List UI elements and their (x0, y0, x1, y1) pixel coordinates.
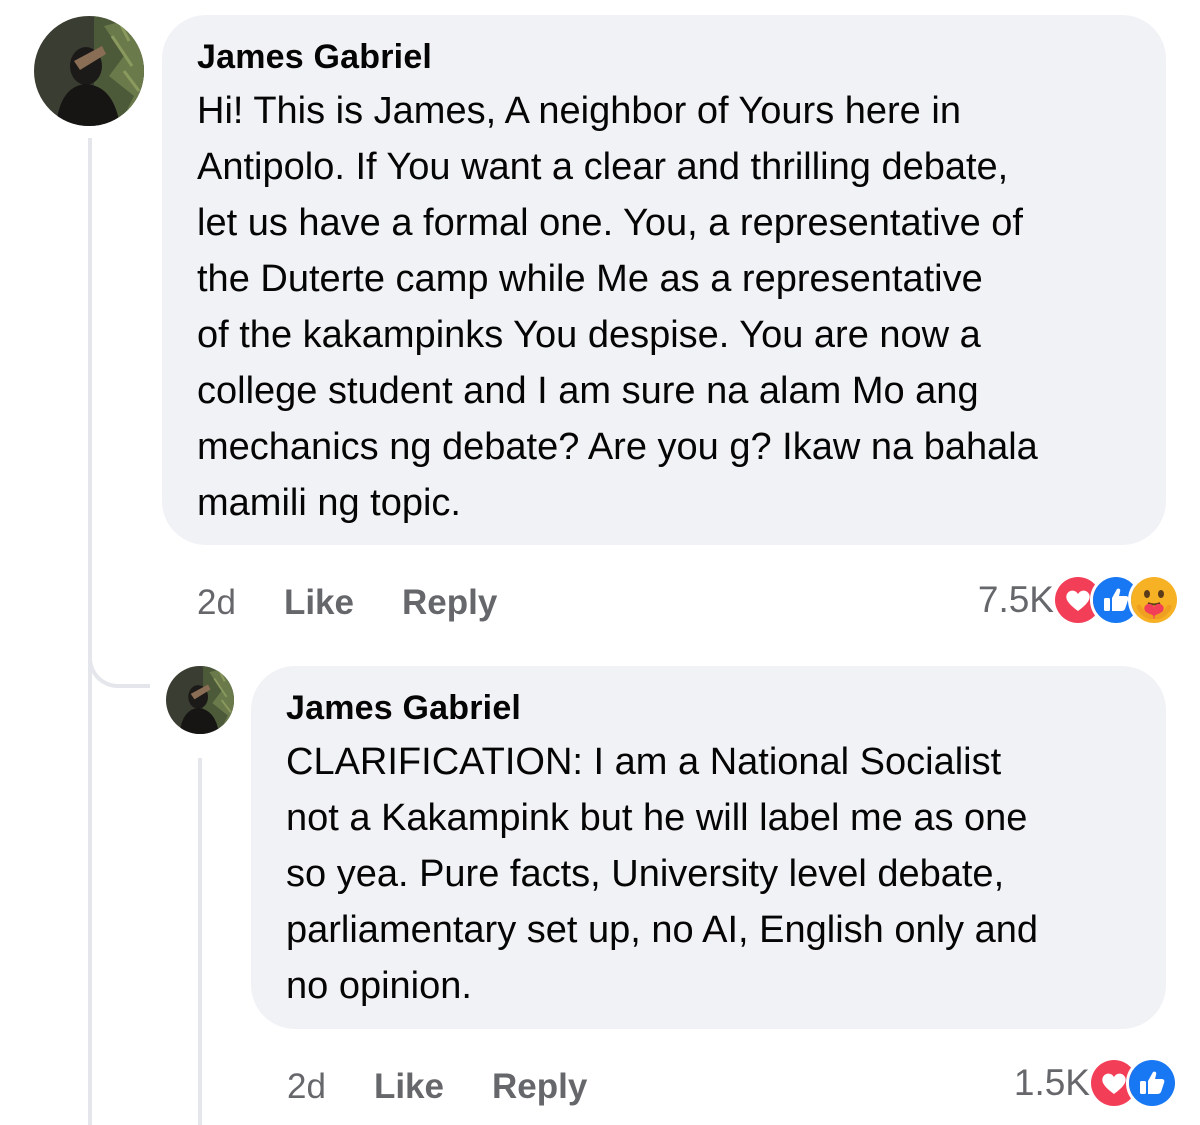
reply-reply-button[interactable]: Reply (492, 1067, 587, 1107)
reply-author[interactable]: James Gabriel (286, 688, 1136, 728)
like-button[interactable]: Like (284, 583, 354, 623)
care-reaction-icon (1128, 574, 1180, 626)
comment-timestamp[interactable]: 2d (197, 583, 236, 623)
thread-line-reply (198, 758, 202, 1125)
reply-button[interactable]: Reply (402, 583, 497, 623)
profile-photo (34, 16, 144, 126)
reactions-summary[interactable]: 7.5K (977, 574, 1180, 626)
thread-line-main (88, 138, 92, 1125)
avatar[interactable] (34, 16, 144, 126)
reply-text: CLARIFICATION: I am a National Socialist… (286, 741, 1039, 1007)
reply-timestamp[interactable]: 2d (287, 1067, 326, 1107)
reply-avatar[interactable] (166, 666, 234, 734)
reply-actions: 2d Like Reply (287, 1062, 635, 1112)
comment-text: Hi! This is James, A neighbor of Yours h… (197, 90, 1038, 524)
comment-actions: 2d Like Reply (197, 578, 545, 628)
reply-like-button[interactable]: Like (374, 1067, 444, 1107)
reply-reactions-summary[interactable]: 1.5K (1013, 1057, 1178, 1109)
reaction-count: 7.5K (977, 579, 1054, 620)
reply-reaction-count: 1.5K (1013, 1062, 1090, 1103)
comment-author[interactable]: James Gabriel (197, 37, 1136, 77)
reply-profile-photo (166, 666, 234, 734)
like-reaction-icon (1126, 1057, 1178, 1109)
thread-line-connector (88, 648, 150, 688)
reply-bubble: James Gabriel CLARIFICATION: I am a Nati… (251, 666, 1166, 1029)
comment-bubble: James Gabriel Hi! This is James, A neigh… (162, 15, 1166, 545)
